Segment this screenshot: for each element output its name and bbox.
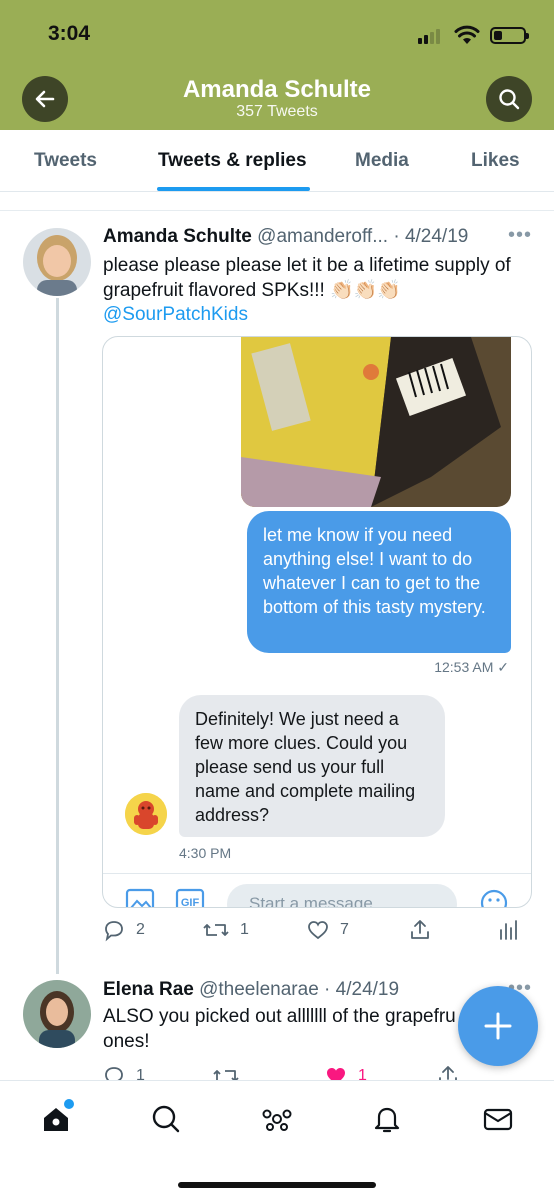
nav-home[interactable]	[38, 1099, 74, 1137]
thread-line	[56, 298, 59, 974]
plus-icon	[484, 1012, 512, 1040]
share-button[interactable]	[436, 1064, 460, 1080]
avatar-image	[23, 228, 91, 296]
nav-messages[interactable]	[480, 1101, 516, 1137]
notification-dot	[64, 1099, 74, 1109]
retweet-icon	[203, 924, 229, 936]
photo-message	[241, 337, 511, 507]
tab-tweets-replies[interactable]: Tweets & replies	[158, 150, 307, 172]
tweet-author-line: Elena Rae @theelenarae · 4/24/19	[103, 979, 399, 1001]
nav-search[interactable]	[148, 1101, 184, 1137]
outgoing-message: let me know if you need anything else! I…	[247, 511, 511, 653]
heart-icon	[308, 921, 328, 940]
image-icon	[125, 888, 155, 907]
reply-icon	[105, 921, 123, 942]
profile-tabs: Tweets Tweets & replies Media Likes	[0, 130, 554, 192]
retweet-button[interactable]	[212, 1064, 240, 1080]
analytics-button[interactable]	[498, 918, 518, 942]
tab-media[interactable]: Media	[355, 150, 409, 172]
like-button[interactable]: 1	[324, 1064, 367, 1080]
profile-header: 3:04 Amanda Schulte 357 Tweets	[0, 0, 554, 130]
dm-composer: GIF Start a message	[103, 873, 531, 908]
wifi-icon	[454, 25, 480, 44]
search-button[interactable]	[486, 76, 532, 122]
search-icon	[499, 89, 520, 110]
tweet-author-line: Amanda Schulte @amanderoff... · 4/24/19	[103, 226, 468, 248]
reply-button[interactable]: 1	[102, 1064, 145, 1080]
home-indicator	[178, 1182, 376, 1188]
tweet-text: please please please let it be a lifetim…	[103, 255, 511, 301]
reply-button[interactable]: 2	[102, 918, 145, 942]
reply-count: 1	[136, 1067, 145, 1080]
battery-icon	[490, 27, 529, 44]
retweet-button[interactable]: 1	[202, 918, 249, 942]
retweet-icon	[213, 1070, 239, 1080]
tweet-actions: 1 1	[102, 1064, 522, 1080]
nav-spaces[interactable]	[259, 1101, 295, 1137]
signal-icon	[418, 28, 446, 44]
like-count: 7	[340, 921, 349, 938]
mail-icon	[483, 1108, 513, 1131]
avatar[interactable]	[23, 228, 91, 296]
share-icon	[439, 1066, 457, 1080]
like-button[interactable]: 7	[306, 918, 349, 942]
tweet-text-line: ones!	[103, 1031, 150, 1052]
tweet-text-line: ALSO you picked out alllllll of the grap…	[103, 1006, 456, 1027]
sour-patch-kid-avatar	[125, 793, 167, 835]
tweet-count: 357 Tweets	[236, 103, 318, 120]
share-icon	[411, 920, 429, 939]
mention-link[interactable]: @SourPatchKids	[103, 302, 248, 327]
reply-icon	[105, 1067, 123, 1080]
status-icons	[418, 24, 529, 46]
compose-tweet-button[interactable]	[458, 986, 538, 1066]
analytics-icon	[500, 920, 517, 940]
incoming-timestamp: 4:30 PM	[179, 845, 232, 861]
tab-likes[interactable]: Likes	[471, 150, 520, 172]
more-icon[interactable]: •••	[508, 224, 532, 247]
bell-icon	[374, 1107, 400, 1133]
handle[interactable]: @theelenarae	[199, 979, 319, 1000]
heart-filled-icon	[327, 1068, 345, 1080]
tab-tweets[interactable]: Tweets	[34, 150, 97, 172]
avatar[interactable]	[23, 980, 91, 1048]
retweet-count: 1	[240, 921, 249, 938]
status-time: 3:04	[48, 22, 91, 45]
share-button[interactable]	[408, 918, 432, 942]
reply-count: 2	[136, 921, 145, 938]
spaces-icon	[262, 1109, 292, 1131]
nav-notifications[interactable]	[369, 1101, 405, 1137]
handle[interactable]: @amanderoff...	[257, 226, 388, 247]
like-count: 1	[358, 1067, 367, 1080]
tweet-media-image[interactable]: let me know if you need anything else! I…	[102, 336, 532, 908]
emoji-icon	[480, 889, 508, 907]
search-icon	[152, 1105, 180, 1133]
section-divider	[0, 193, 554, 211]
active-tab-indicator	[157, 187, 310, 191]
gif-icon: GIF	[175, 888, 205, 908]
tweet-date[interactable]: · 4/24/19	[324, 979, 399, 1000]
tweet-actions: 2 1 7	[102, 918, 522, 946]
svg-text:GIF: GIF	[181, 897, 200, 908]
profile-name: Amanda Schulte	[182, 76, 372, 103]
display-name[interactable]: Elena Rae	[103, 979, 194, 1000]
tweet-date[interactable]: · 4/24/19	[393, 226, 468, 247]
message-input[interactable]: Start a message	[227, 884, 457, 907]
display-name[interactable]: Amanda Schulte	[103, 226, 252, 247]
outgoing-timestamp: 12:53 AM ✓	[434, 659, 509, 675]
incoming-message: Definitely! We just need a few more clue…	[179, 695, 445, 837]
avatar-image	[23, 980, 91, 1048]
